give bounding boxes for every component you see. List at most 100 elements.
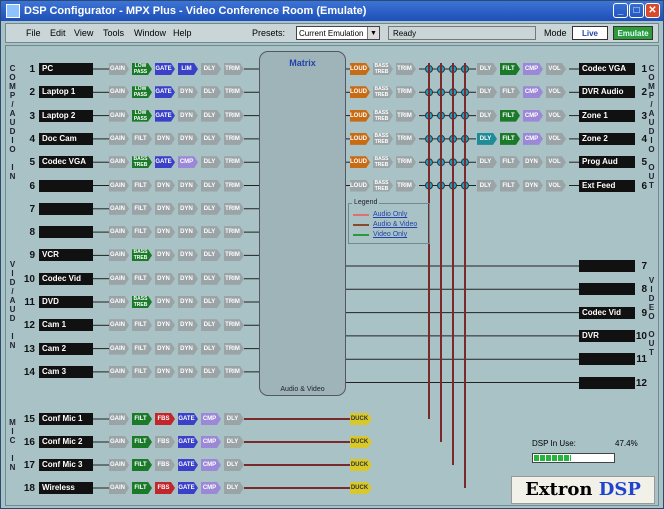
dsp-block-loud[interactable]: LOUD xyxy=(350,63,370,75)
output-name-zone-2[interactable]: Zone 2 xyxy=(579,132,635,145)
dsp-block-dyn[interactable]: DYN xyxy=(178,272,198,285)
dsp-block-gain[interactable]: GAIN xyxy=(109,226,129,239)
output-name-dvr-audio[interactable]: DVR Audio xyxy=(579,86,635,99)
dsp-block-bass-treb[interactable]: BASS TREB xyxy=(373,156,393,169)
video-output-name-codec-vid[interactable]: Codec Vid xyxy=(579,306,635,319)
dsp-block-filt[interactable]: FILT xyxy=(132,459,152,471)
duck-block[interactable]: DUCK xyxy=(350,413,372,425)
dsp-block-filt[interactable]: FILT xyxy=(132,226,152,239)
dsp-block-filt[interactable]: FILT xyxy=(132,202,152,215)
mic-name-conf-mic-2[interactable]: Conf Mic 2 xyxy=(39,436,93,448)
menu-file[interactable]: File xyxy=(26,28,41,38)
dsp-block-trim[interactable]: TRIM xyxy=(224,132,244,145)
dsp-block-dyn[interactable]: DYN xyxy=(178,319,198,332)
video-output-name-empty[interactable] xyxy=(579,283,635,296)
dsp-block-low-pass[interactable]: LOW PASS xyxy=(132,86,152,99)
dsp-block-trim[interactable]: TRIM xyxy=(224,109,244,122)
dsp-block-dly[interactable]: DLY xyxy=(477,156,497,169)
dsp-block-fbs[interactable]: FBS xyxy=(155,459,175,471)
dsp-block-filt[interactable]: FILT xyxy=(132,482,152,494)
dsp-block-dly[interactable]: DLY xyxy=(201,202,221,215)
dsp-block-cmp[interactable]: CMP xyxy=(523,63,543,75)
output-name-ext-feed[interactable]: Ext Feed xyxy=(579,179,635,192)
dsp-block-bass-treb[interactable]: BASS TREB xyxy=(132,249,152,262)
chevron-down-icon[interactable]: ▼ xyxy=(367,27,379,39)
video-output-name-dvr[interactable]: DVR xyxy=(579,329,635,342)
dsp-block-filt[interactable]: FILT xyxy=(500,179,520,192)
dsp-block-dyn[interactable]: DYN xyxy=(178,226,198,239)
dsp-block-dly[interactable]: DLY xyxy=(224,459,244,471)
dsp-block-vol[interactable]: VOL xyxy=(546,179,566,192)
dsp-block-trim[interactable]: TRIM xyxy=(224,86,244,99)
input-name-laptop-1[interactable]: Laptop 1 xyxy=(39,86,93,99)
dsp-block-filt[interactable]: FILT xyxy=(500,86,520,99)
dsp-block-gain[interactable]: GAIN xyxy=(109,272,129,285)
dsp-block-gate[interactable]: GATE xyxy=(178,459,198,471)
dsp-block-dly[interactable]: DLY xyxy=(224,413,244,425)
dsp-block-gate[interactable]: GATE xyxy=(155,109,175,122)
dsp-block-filt[interactable]: FILT xyxy=(132,365,152,378)
dsp-block-gain[interactable]: GAIN xyxy=(109,319,129,332)
dsp-block-dly[interactable]: DLY xyxy=(201,226,221,239)
dsp-block-dly[interactable]: DLY xyxy=(201,109,221,122)
dsp-block-dly[interactable]: DLY xyxy=(201,296,221,308)
dsp-block-trim[interactable]: TRIM xyxy=(224,365,244,378)
dsp-block-cmp[interactable]: CMP xyxy=(201,482,221,494)
close-icon[interactable]: ✕ xyxy=(645,3,660,18)
duck-block[interactable]: DUCK xyxy=(350,482,372,494)
dsp-block-gain[interactable]: GAIN xyxy=(109,482,129,494)
dsp-block-dly[interactable]: DLY xyxy=(201,63,221,75)
dsp-block-trim[interactable]: TRIM xyxy=(396,109,416,122)
dsp-block-trim[interactable]: TRIM xyxy=(396,86,416,99)
dsp-block-trim[interactable]: TRIM xyxy=(224,342,244,355)
dsp-block-trim[interactable]: TRIM xyxy=(224,179,244,192)
output-name-prog-aud[interactable]: Prog Aud xyxy=(579,156,635,169)
dsp-block-gain[interactable]: GAIN xyxy=(109,156,129,169)
dsp-block-dyn[interactable]: DYN xyxy=(155,296,175,308)
dsp-block-loud[interactable]: LOUD xyxy=(350,86,370,99)
menu-view[interactable]: View xyxy=(74,28,93,38)
dsp-block-bass-treb[interactable]: BASS TREB xyxy=(373,63,393,75)
dsp-block-trim[interactable]: TRIM xyxy=(224,319,244,332)
duck-block[interactable]: DUCK xyxy=(350,436,372,448)
dsp-block-dly[interactable]: DLY xyxy=(201,272,221,285)
dsp-block-dyn[interactable]: DYN xyxy=(178,202,198,215)
dsp-block-gain[interactable]: GAIN xyxy=(109,202,129,215)
dsp-block-trim[interactable]: TRIM xyxy=(224,202,244,215)
dsp-block-trim[interactable]: TRIM xyxy=(224,296,244,308)
dsp-block-dly[interactable]: DLY xyxy=(201,156,221,169)
dsp-block-dyn[interactable]: DYN xyxy=(523,156,543,169)
matrix-panel[interactable]: Matrix Audio & Video xyxy=(259,51,346,396)
dsp-block-trim[interactable]: TRIM xyxy=(396,63,416,75)
dsp-block-dyn[interactable]: DYN xyxy=(155,226,175,239)
dsp-block-bass-treb[interactable]: BASS TREB xyxy=(373,179,393,192)
dsp-block-dyn[interactable]: DYN xyxy=(155,365,175,378)
dsp-block-gain[interactable]: GAIN xyxy=(109,86,129,99)
dsp-block-trim[interactable]: TRIM xyxy=(396,156,416,169)
dsp-block-bass-treb[interactable]: BASS TREB xyxy=(373,109,393,122)
dsp-block-dyn[interactable]: DYN xyxy=(155,132,175,145)
dsp-block-dly[interactable]: DLY xyxy=(201,342,221,355)
mic-name-wireless[interactable]: Wireless xyxy=(39,482,93,494)
dsp-block-dly[interactable]: DLY xyxy=(477,86,497,99)
dsp-block-filt[interactable]: FILT xyxy=(132,413,152,425)
dsp-block-gain[interactable]: GAIN xyxy=(109,296,129,308)
dsp-block-cmp[interactable]: CMP xyxy=(523,109,543,122)
dsp-block-dyn[interactable]: DYN xyxy=(155,272,175,285)
dsp-block-lim[interactable]: LIM xyxy=(178,63,198,75)
dsp-block-filt[interactable]: FILT xyxy=(132,179,152,192)
dsp-block-dyn[interactable]: DYN xyxy=(155,249,175,262)
dsp-block-dly[interactable]: DLY xyxy=(224,482,244,494)
input-name-vcr[interactable]: VCR xyxy=(39,249,93,262)
dsp-block-gain[interactable]: GAIN xyxy=(109,132,129,145)
input-name-empty[interactable] xyxy=(39,179,93,192)
dsp-block-loud[interactable]: LOUD xyxy=(350,156,370,169)
input-name-empty[interactable] xyxy=(39,226,93,239)
dsp-block-loud[interactable]: LOUD xyxy=(350,132,370,145)
input-name-cam-2[interactable]: Cam 2 xyxy=(39,342,93,355)
dsp-block-dyn[interactable]: DYN xyxy=(155,179,175,192)
dsp-block-gain[interactable]: GAIN xyxy=(109,365,129,378)
dsp-block-filt[interactable]: FILT xyxy=(132,132,152,145)
dsp-block-cmp[interactable]: CMP xyxy=(523,132,543,145)
dsp-block-low-pass[interactable]: LOW PASS xyxy=(132,109,152,122)
